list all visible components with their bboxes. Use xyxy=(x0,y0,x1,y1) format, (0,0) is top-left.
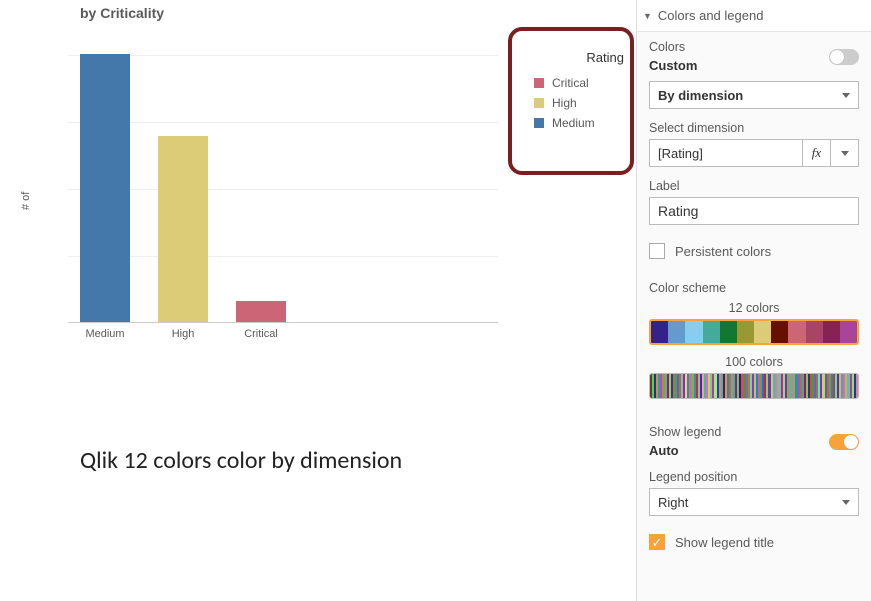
chevron-down-icon xyxy=(841,151,849,156)
show-legend-label: Show legend xyxy=(649,425,721,439)
persistent-colors-checkbox[interactable] xyxy=(649,243,665,259)
bar-high[interactable] xyxy=(158,136,208,322)
color-scheme-12[interactable] xyxy=(649,319,859,345)
scheme-100-label: 100 colors xyxy=(649,355,859,369)
bar-medium[interactable] xyxy=(80,54,130,322)
color-by-select[interactable]: By dimension xyxy=(649,81,859,109)
show-legend-title-checkbox[interactable]: ✓ xyxy=(649,534,665,550)
bar-label-medium: Medium xyxy=(70,328,140,340)
label-heading: Label xyxy=(649,179,859,193)
bar-label-critical: Critical xyxy=(226,328,296,340)
legend-swatch xyxy=(534,118,544,128)
select-value: By dimension xyxy=(658,88,743,103)
legend-item-medium[interactable]: Medium xyxy=(530,113,630,133)
chevron-down-icon xyxy=(842,93,850,98)
legend-item-label: Critical xyxy=(552,76,589,90)
y-axis-label: # of xyxy=(20,192,32,210)
bar-critical[interactable] xyxy=(236,301,286,322)
chevron-down-icon xyxy=(842,500,850,505)
select-dimension-field[interactable]: [Rating] xyxy=(649,139,803,167)
legend-item-label: Medium xyxy=(552,116,595,130)
fx-button[interactable]: fx xyxy=(803,139,831,167)
legend-item-high[interactable]: High xyxy=(530,93,630,113)
chart-legend: Rating Critical High Medium xyxy=(530,50,630,133)
input-value: Rating xyxy=(658,203,698,219)
color-scheme-label: Color scheme xyxy=(649,281,859,295)
colors-label: Colors xyxy=(649,40,697,54)
panel-section-colors-legend[interactable]: ▼ Colors and legend xyxy=(637,0,871,32)
panel-header-label: Colors and legend xyxy=(658,8,764,23)
fx-icon: fx xyxy=(812,145,821,161)
show-legend-title-label: Show legend title xyxy=(675,535,774,550)
chart-plot xyxy=(68,55,498,323)
colors-mode-value: Custom xyxy=(649,58,697,73)
color-scheme-100[interactable] xyxy=(649,373,859,399)
legend-position-select[interactable]: Right xyxy=(649,488,859,516)
legend-item-label: High xyxy=(552,96,577,110)
chart-title: by Criticality xyxy=(80,5,164,21)
select-dimension-label: Select dimension xyxy=(649,121,859,135)
legend-item-critical[interactable]: Critical xyxy=(530,73,630,93)
legend-title: Rating xyxy=(530,50,630,65)
select-value: Right xyxy=(658,495,688,510)
properties-panel: ▼ Colors and legend Colors Custom By dim… xyxy=(636,0,871,601)
legend-position-label: Legend position xyxy=(649,470,859,484)
persistent-colors-label: Persistent colors xyxy=(675,244,771,259)
colors-custom-toggle[interactable] xyxy=(829,49,859,65)
bar-label-high: High xyxy=(148,328,218,340)
label-input[interactable]: Rating xyxy=(649,197,859,225)
show-legend-value: Auto xyxy=(649,443,721,458)
caption-text: Qlik 12 colors color by dimension xyxy=(80,446,402,476)
legend-swatch xyxy=(534,78,544,88)
show-legend-toggle[interactable] xyxy=(829,434,859,450)
legend-swatch xyxy=(534,98,544,108)
select-value: [Rating] xyxy=(658,146,703,161)
dimension-dropdown-button[interactable] xyxy=(831,139,859,167)
scheme-12-label: 12 colors xyxy=(649,301,859,315)
chevron-down-icon: ▼ xyxy=(643,11,652,21)
